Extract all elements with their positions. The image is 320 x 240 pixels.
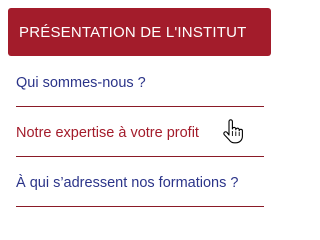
section-header: PRÉSENTATION DE L'INSTITUT: [8, 8, 271, 56]
institute-menu-panel: PRÉSENTATION DE L'INSTITUT Qui sommes-no…: [0, 0, 279, 216]
menu-item-label[interactable]: Notre expertise à votre profit: [16, 125, 199, 141]
menu-item-a-qui-s-adressent[interactable]: À qui s’adressent nos formations ?: [16, 157, 264, 207]
menu-item-label[interactable]: Qui sommes-nous ?: [16, 75, 146, 91]
menu-item-notre-expertise[interactable]: Notre expertise à votre profit: [16, 107, 264, 157]
menu-item-label[interactable]: À qui s’adressent nos formations ?: [16, 175, 238, 191]
menu-item-qui-sommes-nous[interactable]: Qui sommes-nous ?: [16, 57, 264, 107]
section-header-title: PRÉSENTATION DE L'INSTITUT: [19, 23, 247, 41]
